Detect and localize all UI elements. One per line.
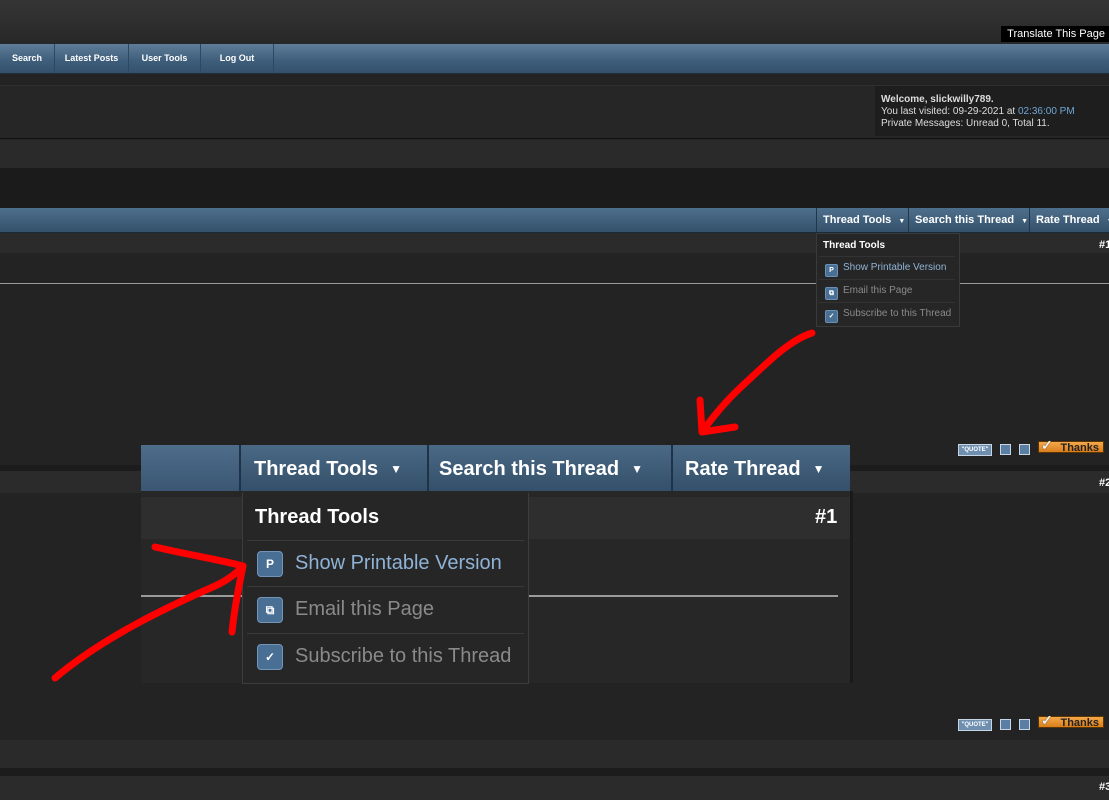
arrow-to-printable-line: [51, 562, 247, 682]
arrow-to-menu-line: [698, 329, 816, 436]
annotation-arrows: [51, 329, 816, 682]
